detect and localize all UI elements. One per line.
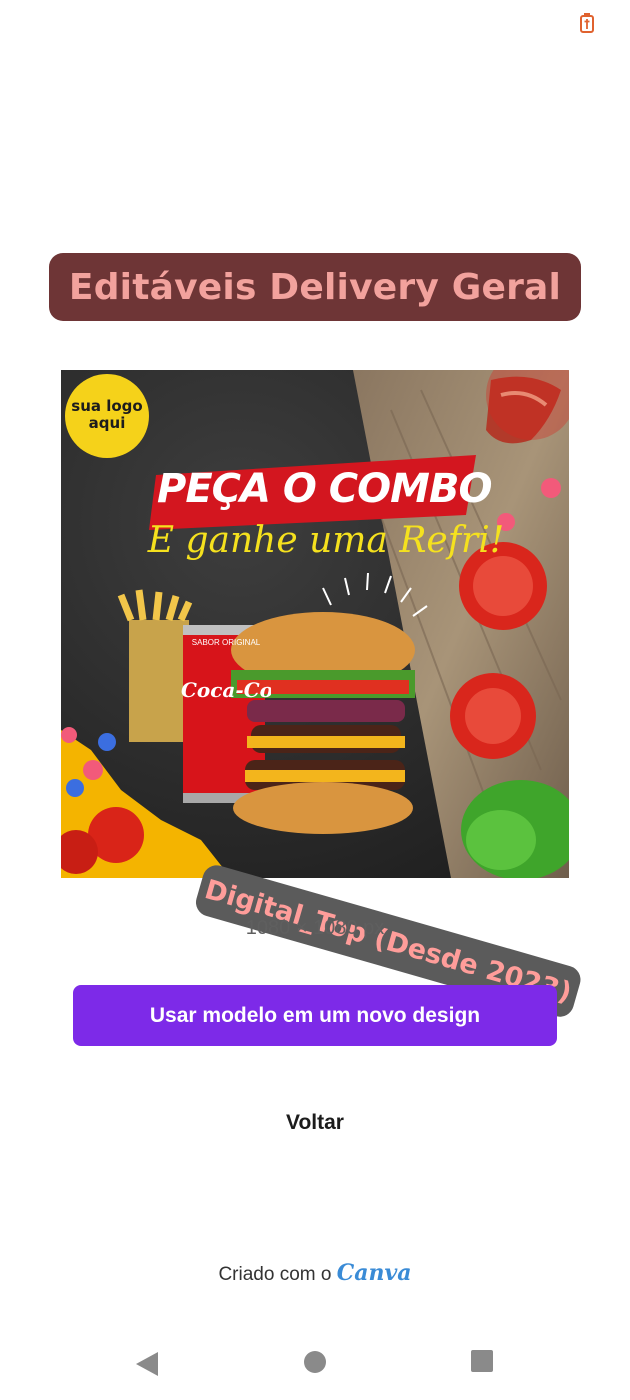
recents-square-icon[interactable] xyxy=(471,1350,493,1372)
template-preview[interactable]: sua logo aqui PEÇA O COMBO E ganhe uma R… xyxy=(61,370,569,878)
created-with-credit: Criado com o Canva xyxy=(0,1260,630,1286)
home-circle-icon[interactable] xyxy=(303,1350,327,1374)
canva-logo[interactable]: Canva xyxy=(337,1260,412,1286)
back-button[interactable]: Voltar xyxy=(0,1111,630,1135)
can-brand: Coca-Cola xyxy=(181,678,271,702)
dimensions-label: 1080 × 1080 px xyxy=(245,917,385,939)
page-title: Editáveis Delivery Geral xyxy=(68,266,562,308)
back-triangle-icon[interactable] xyxy=(134,1350,160,1378)
logo-placeholder-line1: sua logo xyxy=(71,397,143,415)
title-banner: Editáveis Delivery Geral xyxy=(49,253,581,321)
logo-placeholder-line2: aqui xyxy=(88,414,126,432)
template-subheadline: E ganhe uma Refri! xyxy=(147,520,505,561)
logo-placeholder: sua logo aqui xyxy=(65,398,149,432)
use-template-button[interactable]: Usar modelo em um novo design xyxy=(73,985,557,1046)
created-with-text: Criado com o xyxy=(218,1264,332,1285)
template-artwork xyxy=(61,370,569,878)
battery-charging-icon xyxy=(580,13,594,33)
template-headline: PEÇA O COMBO xyxy=(157,466,492,512)
can-small-text: SABOR ORIGINAL xyxy=(191,638,261,647)
